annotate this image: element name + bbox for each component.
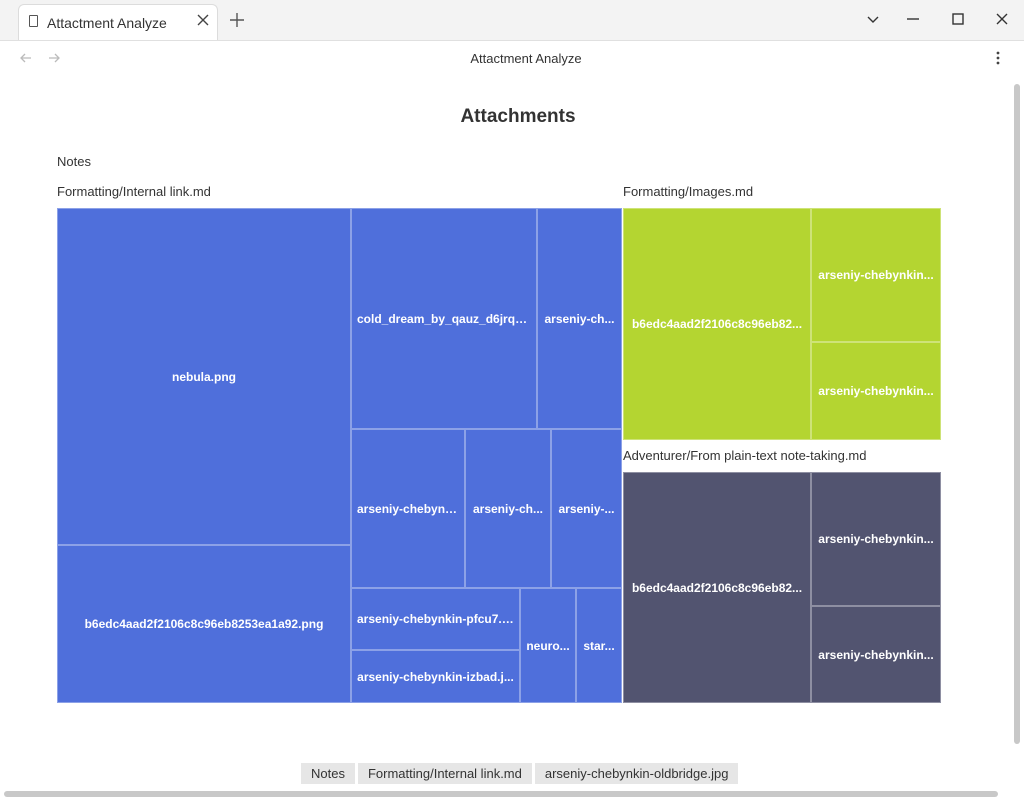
treemap-cell[interactable]: arseniy-... [551, 429, 622, 588]
treemap-cell[interactable]: b6edc4aad2f2106c8c96eb8253ea1a92.png [57, 545, 351, 703]
chevron-down-icon[interactable] [865, 11, 881, 27]
treemap-cell[interactable]: star... [576, 588, 622, 703]
group-label-images[interactable]: Formatting/Images.md [623, 184, 753, 199]
treemap-cell[interactable]: b6edc4aad2f2106c8c96eb82... [623, 208, 811, 440]
treemap-cell[interactable]: arseniy-chebynk... [351, 429, 465, 588]
treemap-cell[interactable]: nebula.png [57, 208, 351, 545]
page-title: Attachments [460, 106, 576, 127]
tab-attachment-analyze[interactable]: Attactment Analyze [18, 4, 218, 40]
treemap-cell[interactable]: arseniy-ch... [465, 429, 551, 588]
treemap-cell[interactable]: neuro... [520, 588, 576, 703]
treemap-cell[interactable]: cold_dream_by_qauz_d6jrq8... [351, 208, 537, 429]
close-tab-icon[interactable] [195, 12, 211, 28]
treemap-cell[interactable]: arseniy-chebynkin... [811, 472, 941, 606]
treemap-cell[interactable]: b6edc4aad2f2106c8c96eb82... [623, 472, 811, 703]
treemap-cell[interactable]: arseniy-chebynkin... [811, 208, 941, 342]
group-label-internal-link[interactable]: Formatting/Internal link.md [57, 184, 211, 199]
document-icon [29, 15, 38, 27]
close-window-icon[interactable] [994, 11, 1010, 27]
breadcrumb-item[interactable]: Notes [301, 763, 355, 784]
breadcrumb-item[interactable]: Formatting/Internal link.md [357, 763, 532, 784]
treemap-cell[interactable]: arseniy-ch... [537, 208, 622, 429]
more-options-icon[interactable] [990, 50, 1006, 66]
horizontal-scrollbar[interactable] [4, 791, 998, 797]
breadcrumb: Notes Formatting/Internal link.md arseni… [301, 763, 741, 784]
view-header: Attactment Analyze [0, 41, 1024, 75]
treemap-cell[interactable]: arseniy-chebynkin-pfcu7.j... [351, 588, 520, 650]
treemap-cell[interactable]: arseniy-chebynkin... [811, 342, 941, 440]
treemap-cell[interactable]: arseniy-chebynkin... [811, 606, 941, 703]
tab-title: Attactment Analyze [47, 15, 167, 31]
vertical-scrollbar[interactable] [1014, 84, 1020, 744]
treemap-root-label[interactable]: Notes [57, 154, 91, 169]
group-label-plain-text[interactable]: Adventurer/From plain-text note-taking.m… [623, 448, 867, 463]
treemap-cell[interactable]: arseniy-chebynkin-izbad.j... [351, 650, 520, 703]
breadcrumb-item[interactable]: arseniy-chebynkin-oldbridge.jpg [534, 763, 739, 784]
minimize-icon[interactable] [905, 11, 921, 27]
view-title: Attactment Analyze [470, 51, 582, 66]
new-tab-icon[interactable] [228, 11, 246, 29]
tab-bar: Attactment Analyze [0, 0, 1024, 41]
maximize-icon[interactable] [950, 11, 966, 27]
